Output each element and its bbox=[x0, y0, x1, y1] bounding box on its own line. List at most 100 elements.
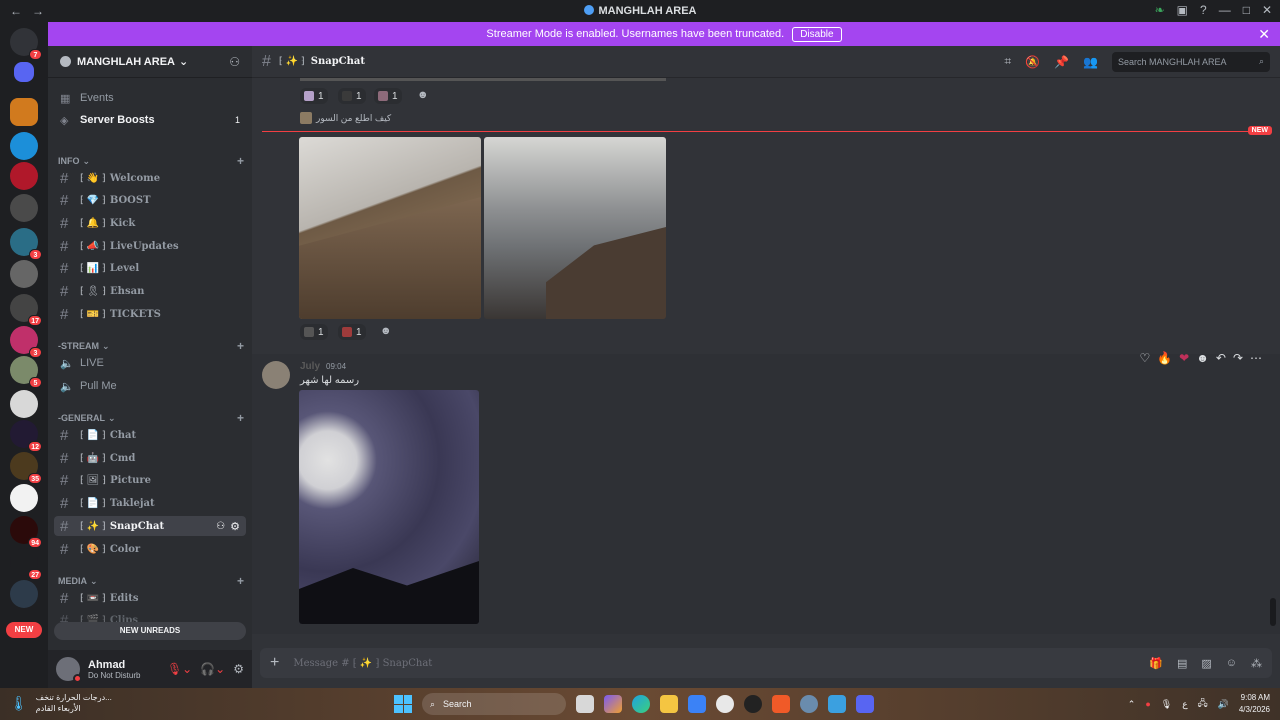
mic-muted-icon[interactable]: 🎙⌄ bbox=[167, 662, 192, 676]
server-icon[interactable]: 12 bbox=[10, 420, 42, 452]
gear-icon[interactable]: ⚙ bbox=[230, 520, 240, 533]
reply-preview[interactable]: كيف اطلع من السور bbox=[300, 112, 391, 124]
apps-icon[interactable]: ⁂ bbox=[1251, 657, 1262, 670]
add-channel-icon[interactable]: + bbox=[237, 411, 244, 425]
server-icon[interactable]: 94 bbox=[10, 516, 42, 548]
app-icon[interactable] bbox=[800, 695, 818, 713]
server-icon[interactable]: 5 bbox=[10, 356, 42, 388]
task-view-icon[interactable] bbox=[576, 695, 594, 713]
discord-icon[interactable] bbox=[856, 695, 874, 713]
channel-boost[interactable]: # ⁅ 💎 ⁆ BOOST bbox=[54, 190, 246, 210]
tray-app-icon[interactable]: ● bbox=[1145, 699, 1150, 709]
edge-icon[interactable] bbox=[632, 695, 650, 713]
channel-snapchat[interactable]: # ⁅ ✨ ⁆ SnapChat ⚇ ⚙ bbox=[54, 516, 246, 536]
close-window-button[interactable]: ✕ bbox=[1262, 3, 1272, 17]
network-icon[interactable]: 🖧 bbox=[1198, 696, 1208, 712]
reaction-image[interactable]: 1 bbox=[374, 88, 402, 104]
heart-reaction-icon[interactable]: ♡ bbox=[1139, 351, 1150, 365]
category-general[interactable]: - GENERAL ⌄ + bbox=[58, 411, 244, 425]
channel-picture[interactable]: # ⁅ 🖼 ⁆ Picture bbox=[54, 470, 246, 490]
language-indicator[interactable]: ع bbox=[1182, 699, 1187, 710]
fire-reaction-icon[interactable]: 🔥 bbox=[1157, 351, 1172, 365]
message-composer[interactable]: + Message # ⁅ ✨ ⁆ SnapChat 🎁 ▤ ▨ ☺ ⁂ bbox=[260, 648, 1272, 678]
reaction-image[interactable]: 1 bbox=[338, 324, 366, 340]
category-media[interactable]: MEDIA ⌄ + bbox=[58, 574, 244, 588]
gift-icon[interactable]: 🎁 bbox=[1149, 657, 1163, 670]
notification-bell-icon[interactable]: 🔕 bbox=[1025, 55, 1040, 69]
attachment-image[interactable] bbox=[484, 137, 666, 319]
server-icon[interactable] bbox=[10, 390, 38, 418]
emoji-icon[interactable]: ☺ bbox=[1226, 657, 1237, 670]
brave-icon[interactable] bbox=[772, 695, 790, 713]
channel-live[interactable]: 🔈 LIVE bbox=[54, 353, 246, 373]
disable-streamer-button[interactable]: Disable bbox=[792, 26, 842, 42]
server-icon[interactable] bbox=[10, 162, 38, 190]
attachment-image[interactable] bbox=[299, 390, 479, 624]
category-info[interactable]: INFO ⌄ + bbox=[58, 154, 244, 168]
server-icon[interactable]: 27 bbox=[10, 548, 42, 580]
server-icon[interactable]: 17 bbox=[10, 294, 42, 326]
channel-tickets[interactable]: # ⁅ 🎫 ⁆ TICKETS bbox=[54, 304, 246, 324]
search-input[interactable]: Search MANGHLAH AREA ⌕ bbox=[1112, 51, 1270, 72]
server-icon[interactable]: 35 bbox=[10, 452, 42, 484]
server-icon[interactable] bbox=[14, 62, 34, 82]
message-input[interactable]: Message # ⁅ ✨ ⁆ SnapChat bbox=[293, 658, 432, 669]
server-icon[interactable] bbox=[10, 260, 38, 288]
store-icon[interactable] bbox=[688, 695, 706, 713]
obs-icon[interactable] bbox=[744, 695, 762, 713]
sidebar-item-server-boosts[interactable]: ◈ Server Boosts 1 bbox=[54, 110, 246, 130]
settings-icon[interactable] bbox=[716, 695, 734, 713]
inbox-icon[interactable]: ▣ bbox=[1177, 3, 1188, 17]
add-channel-icon[interactable]: + bbox=[237, 154, 244, 168]
volume-icon[interactable]: 🔊 bbox=[1218, 699, 1229, 710]
deafen-icon[interactable]: 🎧⌄ bbox=[200, 662, 225, 676]
sticker-icon[interactable]: ▨ bbox=[1201, 657, 1211, 670]
add-reaction-icon[interactable]: ☻ bbox=[417, 89, 429, 101]
server-icon[interactable] bbox=[10, 98, 38, 126]
reaction-image[interactable]: 1 bbox=[300, 324, 328, 340]
avatar[interactable] bbox=[56, 657, 82, 683]
add-channel-icon[interactable]: + bbox=[237, 339, 244, 353]
server-icon[interactable] bbox=[10, 580, 38, 608]
invite-icon[interactable]: ⚇ bbox=[216, 521, 225, 532]
invite-people-icon[interactable]: ⚇ bbox=[229, 55, 240, 69]
help-icon[interactable]: ? bbox=[1200, 3, 1207, 17]
server-icon[interactable] bbox=[10, 194, 38, 222]
taskbar-search[interactable]: ⌕ Search bbox=[422, 693, 566, 715]
new-servers-pill[interactable]: NEW bbox=[6, 622, 42, 638]
start-button[interactable] bbox=[394, 695, 412, 713]
channel-taklejat[interactable]: # ⁅ 📄 ⁆ Taklejat bbox=[54, 493, 246, 513]
channel-welcome[interactable]: # ⁅ 👋 ⁆ Welcome bbox=[54, 168, 246, 188]
chevron-up-icon[interactable]: ⌃ bbox=[1128, 699, 1136, 710]
app-icon[interactable] bbox=[828, 695, 846, 713]
server-icon[interactable]: 3 bbox=[10, 228, 42, 260]
user-settings-gear-icon[interactable]: ⚙ bbox=[233, 662, 244, 676]
home-discord-icon[interactable]: 7 bbox=[10, 28, 42, 60]
clock[interactable]: 9:08 AM 4/3/2026 bbox=[1239, 692, 1270, 716]
channel-level[interactable]: # ⁅ 📊 ⁆ Level bbox=[54, 258, 246, 278]
new-unreads-pill[interactable]: NEW UNREADS bbox=[54, 622, 246, 640]
sidebar-item-events[interactable]: ▦ Events bbox=[54, 88, 246, 108]
channel-cmd[interactable]: # ⁅ 🤖 ⁆ Cmd bbox=[54, 448, 246, 468]
guild-header[interactable]: MANGHLAH AREA ⌄ ⚇ bbox=[48, 46, 252, 78]
reaction-crown[interactable]: 1 bbox=[300, 88, 328, 104]
weather-widget[interactable]: 🌡 درجات الحرارة تنخف... الأربعاء القادم bbox=[10, 692, 112, 714]
add-reaction-icon[interactable]: ☻ bbox=[1196, 351, 1209, 365]
attachment-image[interactable] bbox=[299, 137, 481, 319]
add-reaction-icon[interactable]: ☻ bbox=[380, 325, 392, 337]
server-icon[interactable]: 3 bbox=[10, 326, 42, 358]
channel-liveupdates[interactable]: # ⁅ 📣 ⁆ LiveUpdates bbox=[54, 236, 246, 256]
channel-chat[interactable]: # ⁅ 📄 ⁆ Chat bbox=[54, 425, 246, 445]
add-attachment-icon[interactable]: + bbox=[270, 654, 279, 672]
category-stream[interactable]: - STREAM ⌄ + bbox=[58, 339, 244, 353]
copilot-icon[interactable] bbox=[604, 695, 622, 713]
gif-icon[interactable]: ▤ bbox=[1177, 657, 1187, 670]
back-arrow-icon[interactable]: ← bbox=[10, 4, 22, 18]
message-author[interactable]: July bbox=[300, 361, 320, 372]
channel-kick[interactable]: # ⁅ 🔔 ⁆ Kick bbox=[54, 213, 246, 233]
channel-color[interactable]: # ⁅ 🎨 ⁆ Color bbox=[54, 539, 246, 559]
reply-icon[interactable]: ↶ bbox=[1216, 351, 1226, 365]
server-icon[interactable] bbox=[10, 132, 38, 160]
avatar[interactable] bbox=[262, 361, 290, 389]
minimize-button[interactable]: — bbox=[1219, 3, 1231, 17]
